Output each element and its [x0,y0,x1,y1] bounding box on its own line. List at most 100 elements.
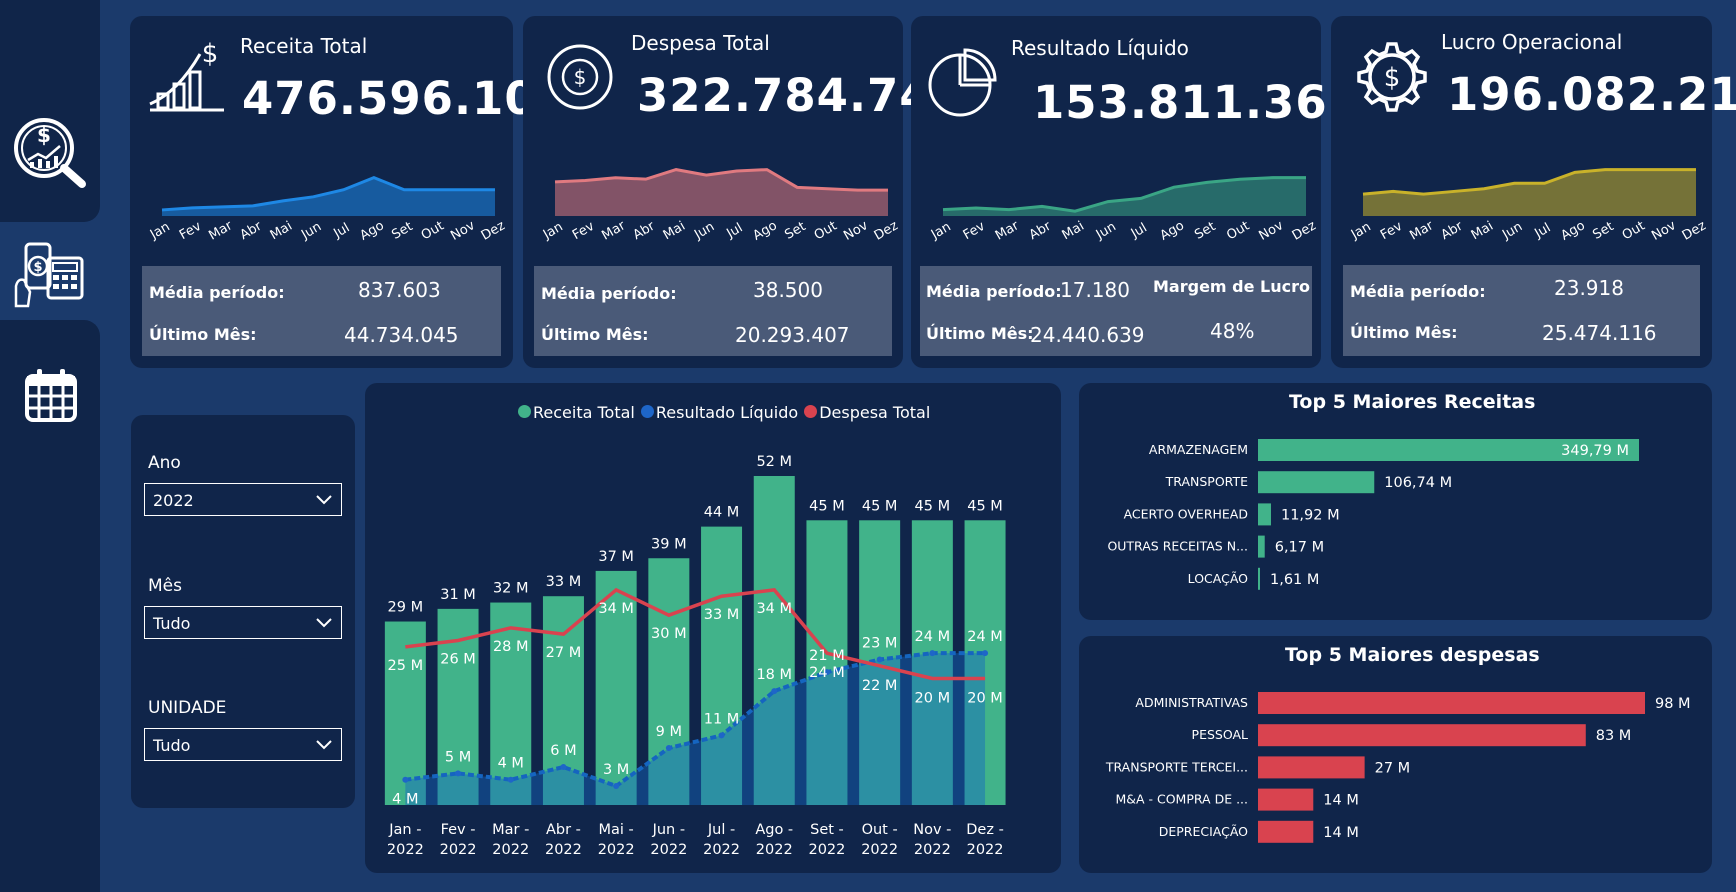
month-label: Mar [206,218,235,244]
svg-text:$: $ [37,123,51,147]
calendar-icon[interactable] [24,368,78,424]
data-label-despesa: 34 M [756,601,792,617]
month-label: Jun [1093,219,1119,243]
month-label: Jul [330,221,352,242]
month-label: Nov [1649,218,1679,244]
month-label: Nov [1257,218,1287,244]
combo-chart: 29 M 31 M 32 M 33 M 37 M 39 M 44 M 52 M 45 M 45 M… [384,454,1006,858]
data-label-despesa: 20 M [915,690,951,706]
bar[interactable] [1258,788,1314,811]
x-tick-label: 2022 [861,842,898,858]
month-label: Nov [841,218,871,244]
month-label: Mai [661,219,688,243]
point-resultado[interactable] [771,688,778,695]
stat-value-media: 17.180 [1060,278,1130,302]
month-label: Mar [993,218,1022,244]
financial-analysis-icon[interactable]: $ [8,112,88,190]
category-label: DEPRECIAÇÃO [1159,824,1248,839]
top5-receitas-chart: ARMAZENAGEM 349,79 M TRANSPORTE 106,74 M ACE… [1107,439,1639,590]
stats-box: Média período: 17.180 Margem de Lucro Úl… [920,266,1312,356]
month-label: Jan [540,219,566,243]
bar[interactable] [1258,503,1271,526]
x-tick-label: 2022 [598,842,635,858]
bar[interactable] [1258,535,1265,558]
bar[interactable] [1258,724,1586,747]
month-label: Ago [1559,218,1588,244]
bar[interactable] [1258,692,1645,714]
sparkline: Jan Fev Mar Abr Mai Jun Jul Ago Set Out Nov Dez [928,176,1316,244]
month-label: Dez [872,218,898,243]
month-label: Set [389,219,415,243]
data-label-resultado: 9 M [656,724,682,740]
month-label: Abr [1439,219,1467,244]
kpi-value: 153.811.361 [1033,76,1360,129]
sparkline-area [162,177,495,216]
bar-label-receita: 33 M [546,574,582,590]
bar[interactable] [1258,471,1375,494]
kpi-card-despesa-total: $ Despesa Total 322.784.742 Jan Fev Mar Abr… [523,16,963,368]
point-resultado[interactable] [665,745,672,752]
data-label-despesa: 30 M [651,626,687,642]
bar[interactable] [1258,820,1314,843]
point-resultado[interactable] [402,776,409,783]
bar-label-receita: 52 M [756,454,792,470]
month-label: Abr [631,219,659,244]
kpi-title: Resultado Líquido [1011,36,1189,60]
point-resultado[interactable] [455,770,462,777]
pie-chart-icon [928,48,997,117]
unidade-dropdown[interactable]: Tudo [144,728,342,761]
side-nav: $ $ [0,0,100,892]
kpi-title: Despesa Total [631,31,770,55]
category-label: TRANSPORTE [1165,474,1248,489]
stat-label-margem: Margem de Lucro [1153,277,1310,296]
mes-dropdown[interactable]: Tudo [144,606,342,639]
point-resultado[interactable] [982,650,989,657]
month-label: Nov [448,218,478,244]
month-label: Jul [1531,221,1553,242]
category-label: M&A - COMPRA DE ... [1115,792,1248,807]
point-resultado[interactable] [876,656,883,663]
category-label: LOCAÇÃO [1188,571,1248,586]
month-label: Ago [751,218,780,244]
chevron-down-icon [316,618,332,628]
x-tick-label: 2022 [492,842,529,858]
value-label: 11,92 M [1281,507,1340,523]
data-label-resultado: 11 M [704,711,740,727]
stat-value-ultimo-mes: 24.440.639 [1030,323,1145,347]
category-label: OUTRAS RECEITAS N... [1107,539,1248,554]
value-label: 1,61 M [1270,572,1319,588]
month-label: Mai [1469,219,1496,243]
x-tick-label: Dez - [966,822,1004,838]
stat-label-ultimo-mes: Último Mês: [541,325,649,344]
ano-dropdown[interactable]: 2022 [144,483,342,516]
x-tick-label: Jan - [388,822,421,838]
dropdown-value: 2022 [153,491,194,510]
stat-value-media: 38.500 [753,278,823,302]
bar[interactable] [1258,756,1365,779]
x-tick-label: 2022 [703,842,740,858]
calculator-phone-icon[interactable]: $ [12,240,86,308]
month-label: Fev [570,219,597,243]
month-label: Dez [479,218,505,243]
point-resultado[interactable] [718,732,725,739]
bar[interactable] [1258,567,1260,590]
data-label-despesa: 34 M [598,601,634,617]
category-label: ADMINISTRATIVAS [1135,695,1248,710]
svg-text:$: $ [33,260,42,275]
svg-text:$: $ [202,39,219,69]
month-label: Mar [1407,218,1436,244]
value-label: 14 M [1323,825,1359,841]
month-label: Ago [1158,218,1187,244]
data-label-resultado: 21 M [809,648,845,664]
point-resultado[interactable] [507,776,514,783]
month-label: Out [1224,219,1252,244]
stat-value-ultimo-mes: 20.293.407 [735,323,850,347]
kpi-value: 196.082.218 [1447,68,1736,121]
data-label-resultado: 4 M [392,792,418,808]
x-tick-label: Mai - [599,822,634,838]
filters-panel: Ano 2022 Mês Tudo UNIDADE Tudo [131,415,355,808]
sparkline: Jan Fev Mar Abr Mai Jun Jul Ago Set Out Nov Dez [1348,168,1706,244]
point-resultado[interactable] [929,650,936,657]
point-resultado[interactable] [613,783,620,790]
point-resultado[interactable] [560,764,567,771]
